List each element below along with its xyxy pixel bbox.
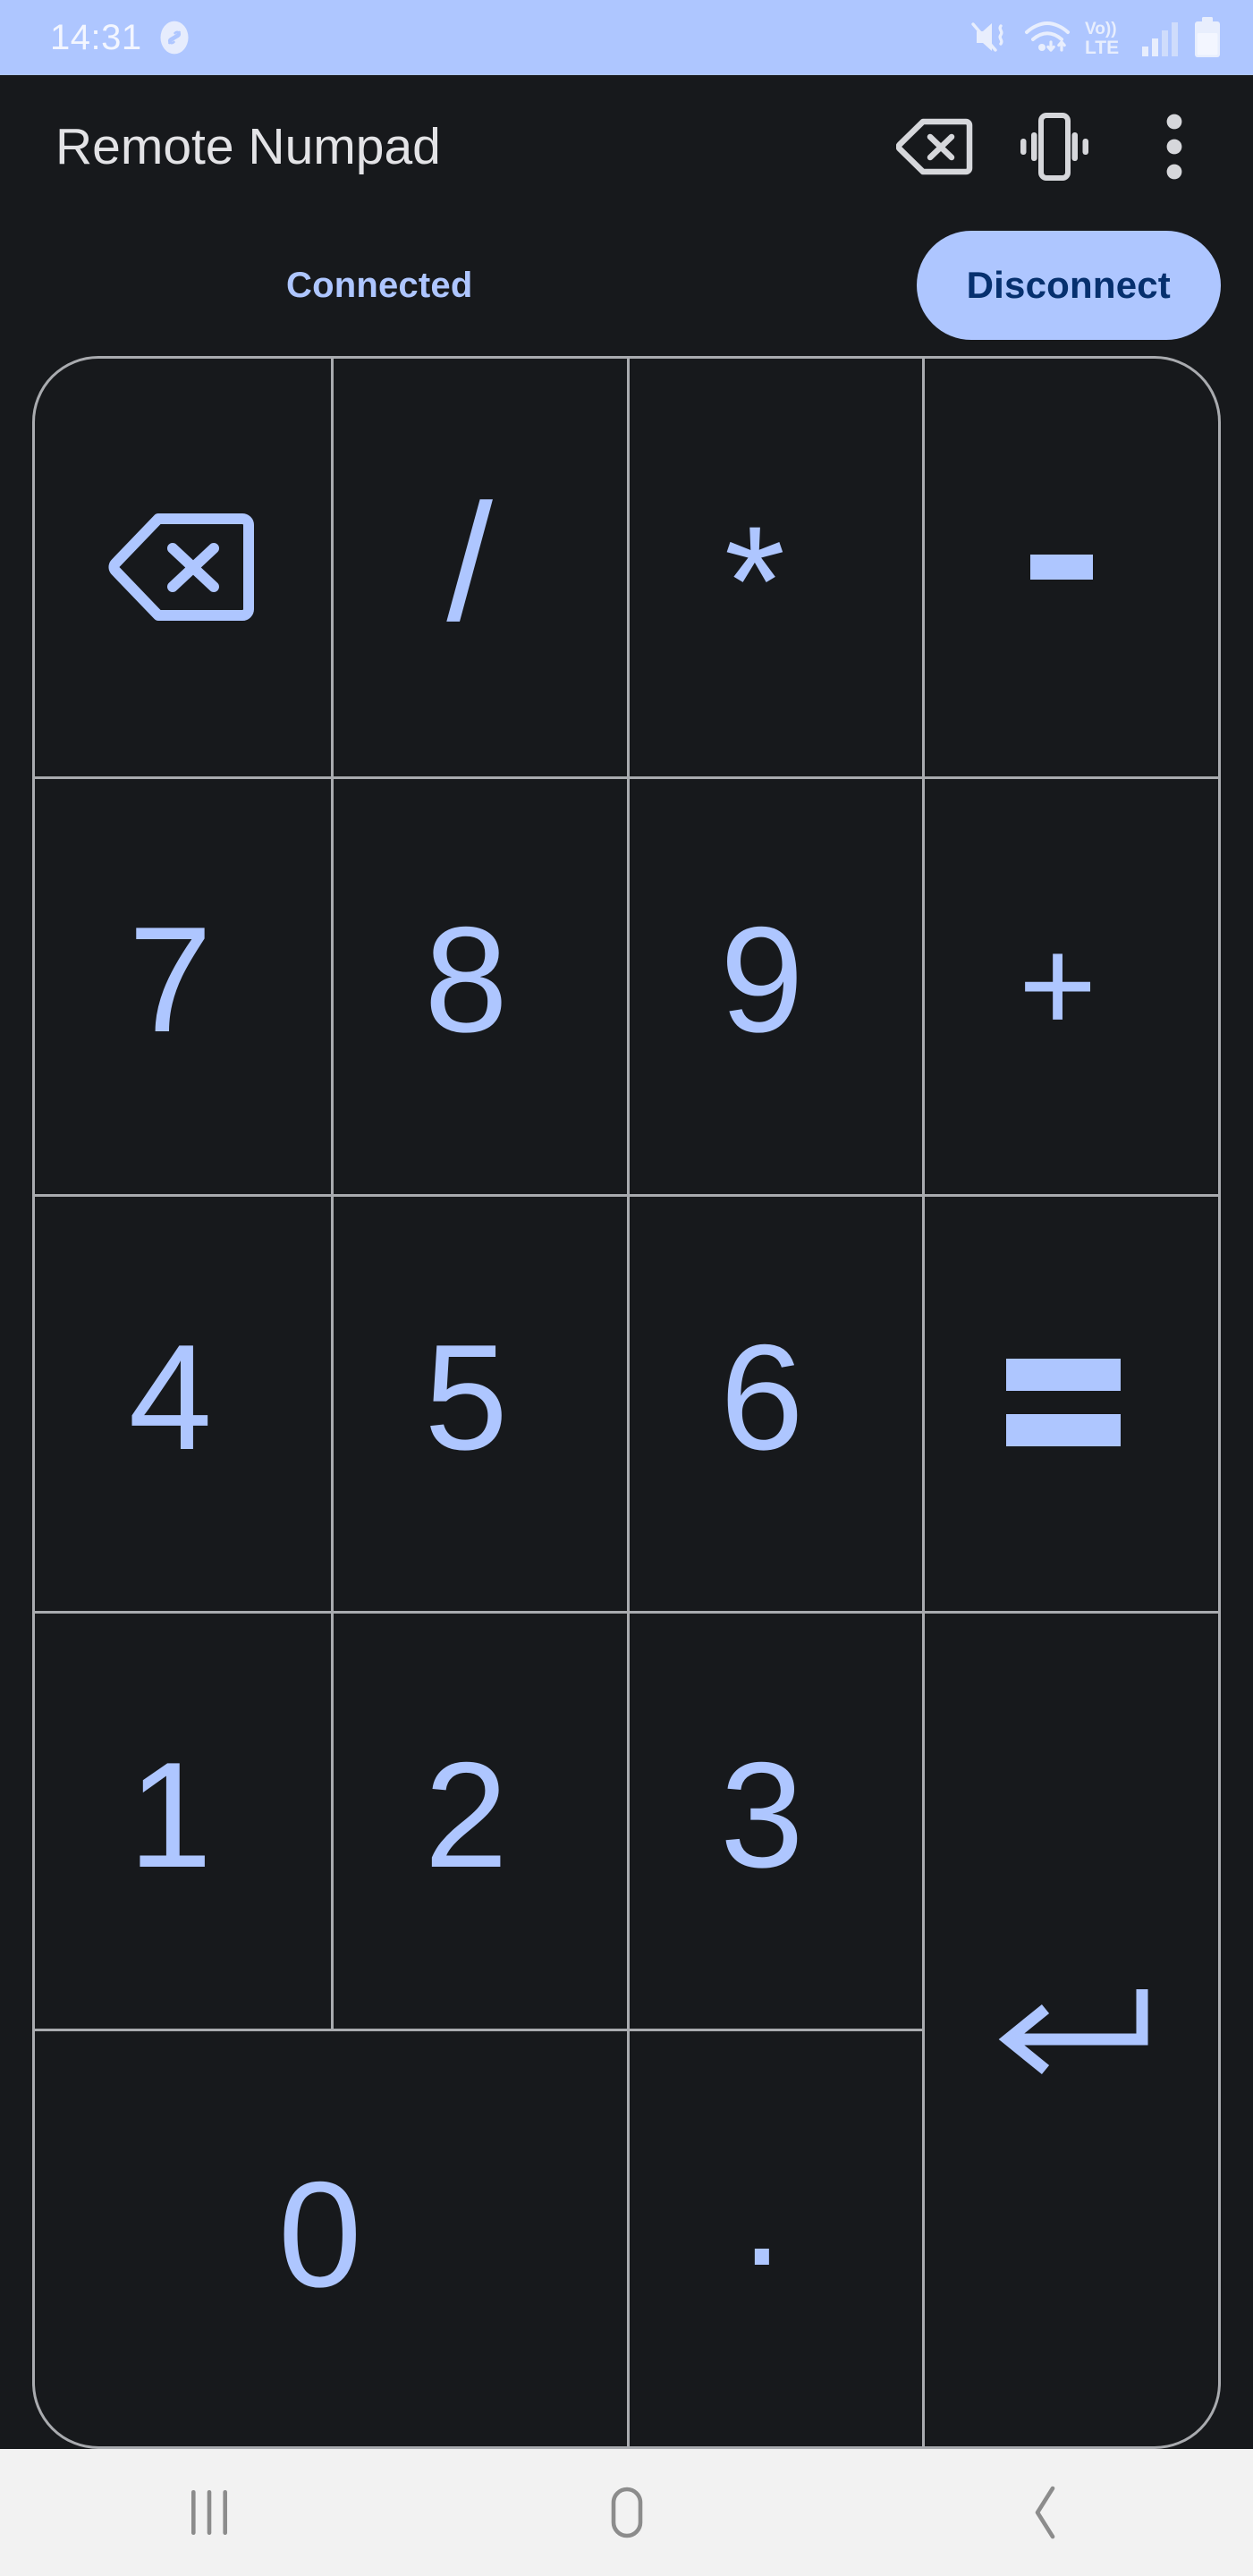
shazam-icon [157,20,192,55]
key-label: 8 [424,895,508,1064]
overflow-menu-icon [1165,114,1183,180]
cellular-signal-icon [1141,17,1181,58]
minus-glyph [1029,555,1093,580]
key-label: 9 [720,895,804,1064]
app-bar: Remote Numpad [0,75,1253,218]
phone-screen: 14:31 Vo)) LTE Remote Numpad Connected D… [0,0,1253,2576]
key-label: 1 [128,1730,213,1899]
nav-back-button[interactable] [955,2449,1134,2576]
numpad-grid: / * 7 8 9 + 4 5 6 1 2 3 0 . [32,356,1221,2449]
home-icon [602,2486,652,2539]
key-9[interactable]: 9 [626,775,923,1194]
key-0[interactable]: 0 [35,2029,627,2446]
key-6[interactable]: 6 [626,1193,923,1612]
key-label: 4 [128,1312,213,1481]
chevron-left-icon [1023,2484,1066,2541]
vibrate-toggle-button[interactable] [1012,104,1097,190]
key-label: * [724,494,785,669]
key-label: 0 [278,2149,362,2318]
key-equals[interactable] [922,1193,1218,1612]
vibrate-icon [1014,111,1095,182]
key-label: 7 [128,895,213,1064]
battery-icon [1192,16,1223,59]
key-label: / [446,470,493,657]
backspace-icon [896,117,973,176]
status-bar-left: 14:31 [50,18,192,58]
wifi-icon [1023,17,1071,58]
appbar-backspace-button[interactable] [892,104,978,190]
key-backspace[interactable] [35,359,331,776]
app-bar-actions [892,104,1217,190]
nav-home-button[interactable] [538,2449,716,2576]
key-enter[interactable] [922,1611,1218,2446]
key-label: 5 [424,1312,508,1481]
system-navigation-bar [0,2449,1253,2576]
key-4[interactable]: 4 [35,1193,331,1612]
page-title: Remote Numpad [55,118,441,175]
nav-recents-button[interactable] [120,2449,299,2576]
key-minus[interactable] [922,359,1218,776]
status-bar-clock: 14:31 [50,17,142,57]
key-8[interactable]: 8 [330,775,627,1194]
connection-row: Connected Disconnect [0,218,1253,352]
backspace-icon [108,512,257,623]
status-bar-right: Vo)) LTE [965,16,1223,59]
volte-line1: Vo)) [1085,20,1117,38]
disconnect-button[interactable]: Disconnect [916,231,1221,340]
key-2[interactable]: 2 [330,1611,627,2029]
key-label: + [1018,910,1097,1061]
overflow-menu-button[interactable] [1131,104,1217,190]
key-1[interactable]: 1 [35,1611,331,2029]
key-label: 3 [720,1730,804,1899]
numpad-container: / * 7 8 9 + 4 5 6 1 2 3 0 . [0,352,1253,2449]
key-multiply[interactable]: * [626,359,923,776]
key-7[interactable]: 7 [35,775,331,1194]
volte-icon: Vo)) LTE [1083,16,1130,59]
volte-line2: LTE [1085,38,1119,58]
mute-vibrate-icon [965,17,1012,58]
status-bar: 14:31 Vo)) LTE [0,0,1253,75]
key-label: . [741,2128,783,2297]
key-3[interactable]: 3 [626,1611,923,2029]
key-label: 6 [720,1312,804,1481]
enter-arrow-icon [992,1973,1149,2084]
recents-icon [181,2486,238,2539]
key-decimal[interactable]: . [626,2029,923,2446]
key-label: 2 [424,1730,508,1899]
key-5[interactable]: 5 [330,1193,627,1612]
equals-glyph [1005,1358,1121,1446]
key-divide[interactable]: / [330,359,627,776]
key-plus[interactable]: + [922,775,1218,1194]
